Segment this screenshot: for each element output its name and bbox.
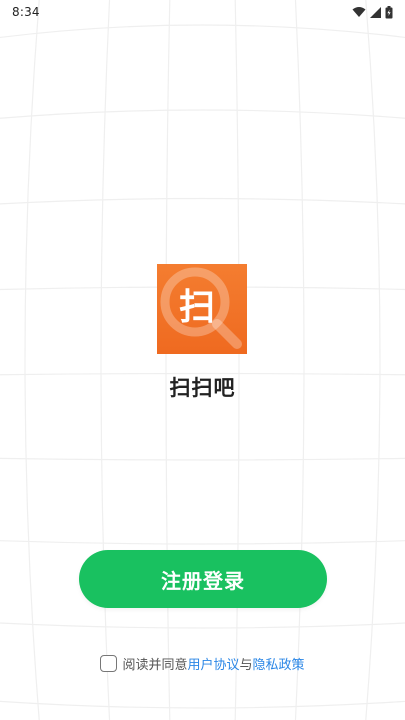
signal-icon — [370, 6, 381, 18]
status-bar: 8:34 — [0, 0, 405, 24]
grid-background — [0, 0, 405, 720]
agreement-conjunction: 与 — [239, 658, 253, 673]
app-logo: 扫 — [157, 264, 247, 354]
agreement-checkbox[interactable] — [100, 655, 118, 672]
agreement-prefix: 阅读并同意 — [122, 658, 188, 673]
register-login-button[interactable]: 注册登录 — [79, 550, 327, 608]
app-name: 扫扫吧 — [169, 376, 236, 400]
wifi-icon — [352, 6, 366, 18]
privacy-policy-link[interactable]: 隐私政策 — [253, 654, 305, 673]
user-agreement-link[interactable]: 用户协议 — [187, 654, 239, 673]
launch-screen: 8:34 扫 扫扫吧 注册登录 阅读并同意 用户协议 与 隐私政策 — [0, 0, 405, 720]
agreement-row: 阅读并同意 用户协议 与 隐私政策 — [0, 654, 405, 673]
battery-icon — [385, 5, 393, 19]
status-time: 8:34 — [12, 5, 40, 19]
status-icons — [352, 5, 393, 19]
logo-character: 扫 — [178, 287, 215, 328]
